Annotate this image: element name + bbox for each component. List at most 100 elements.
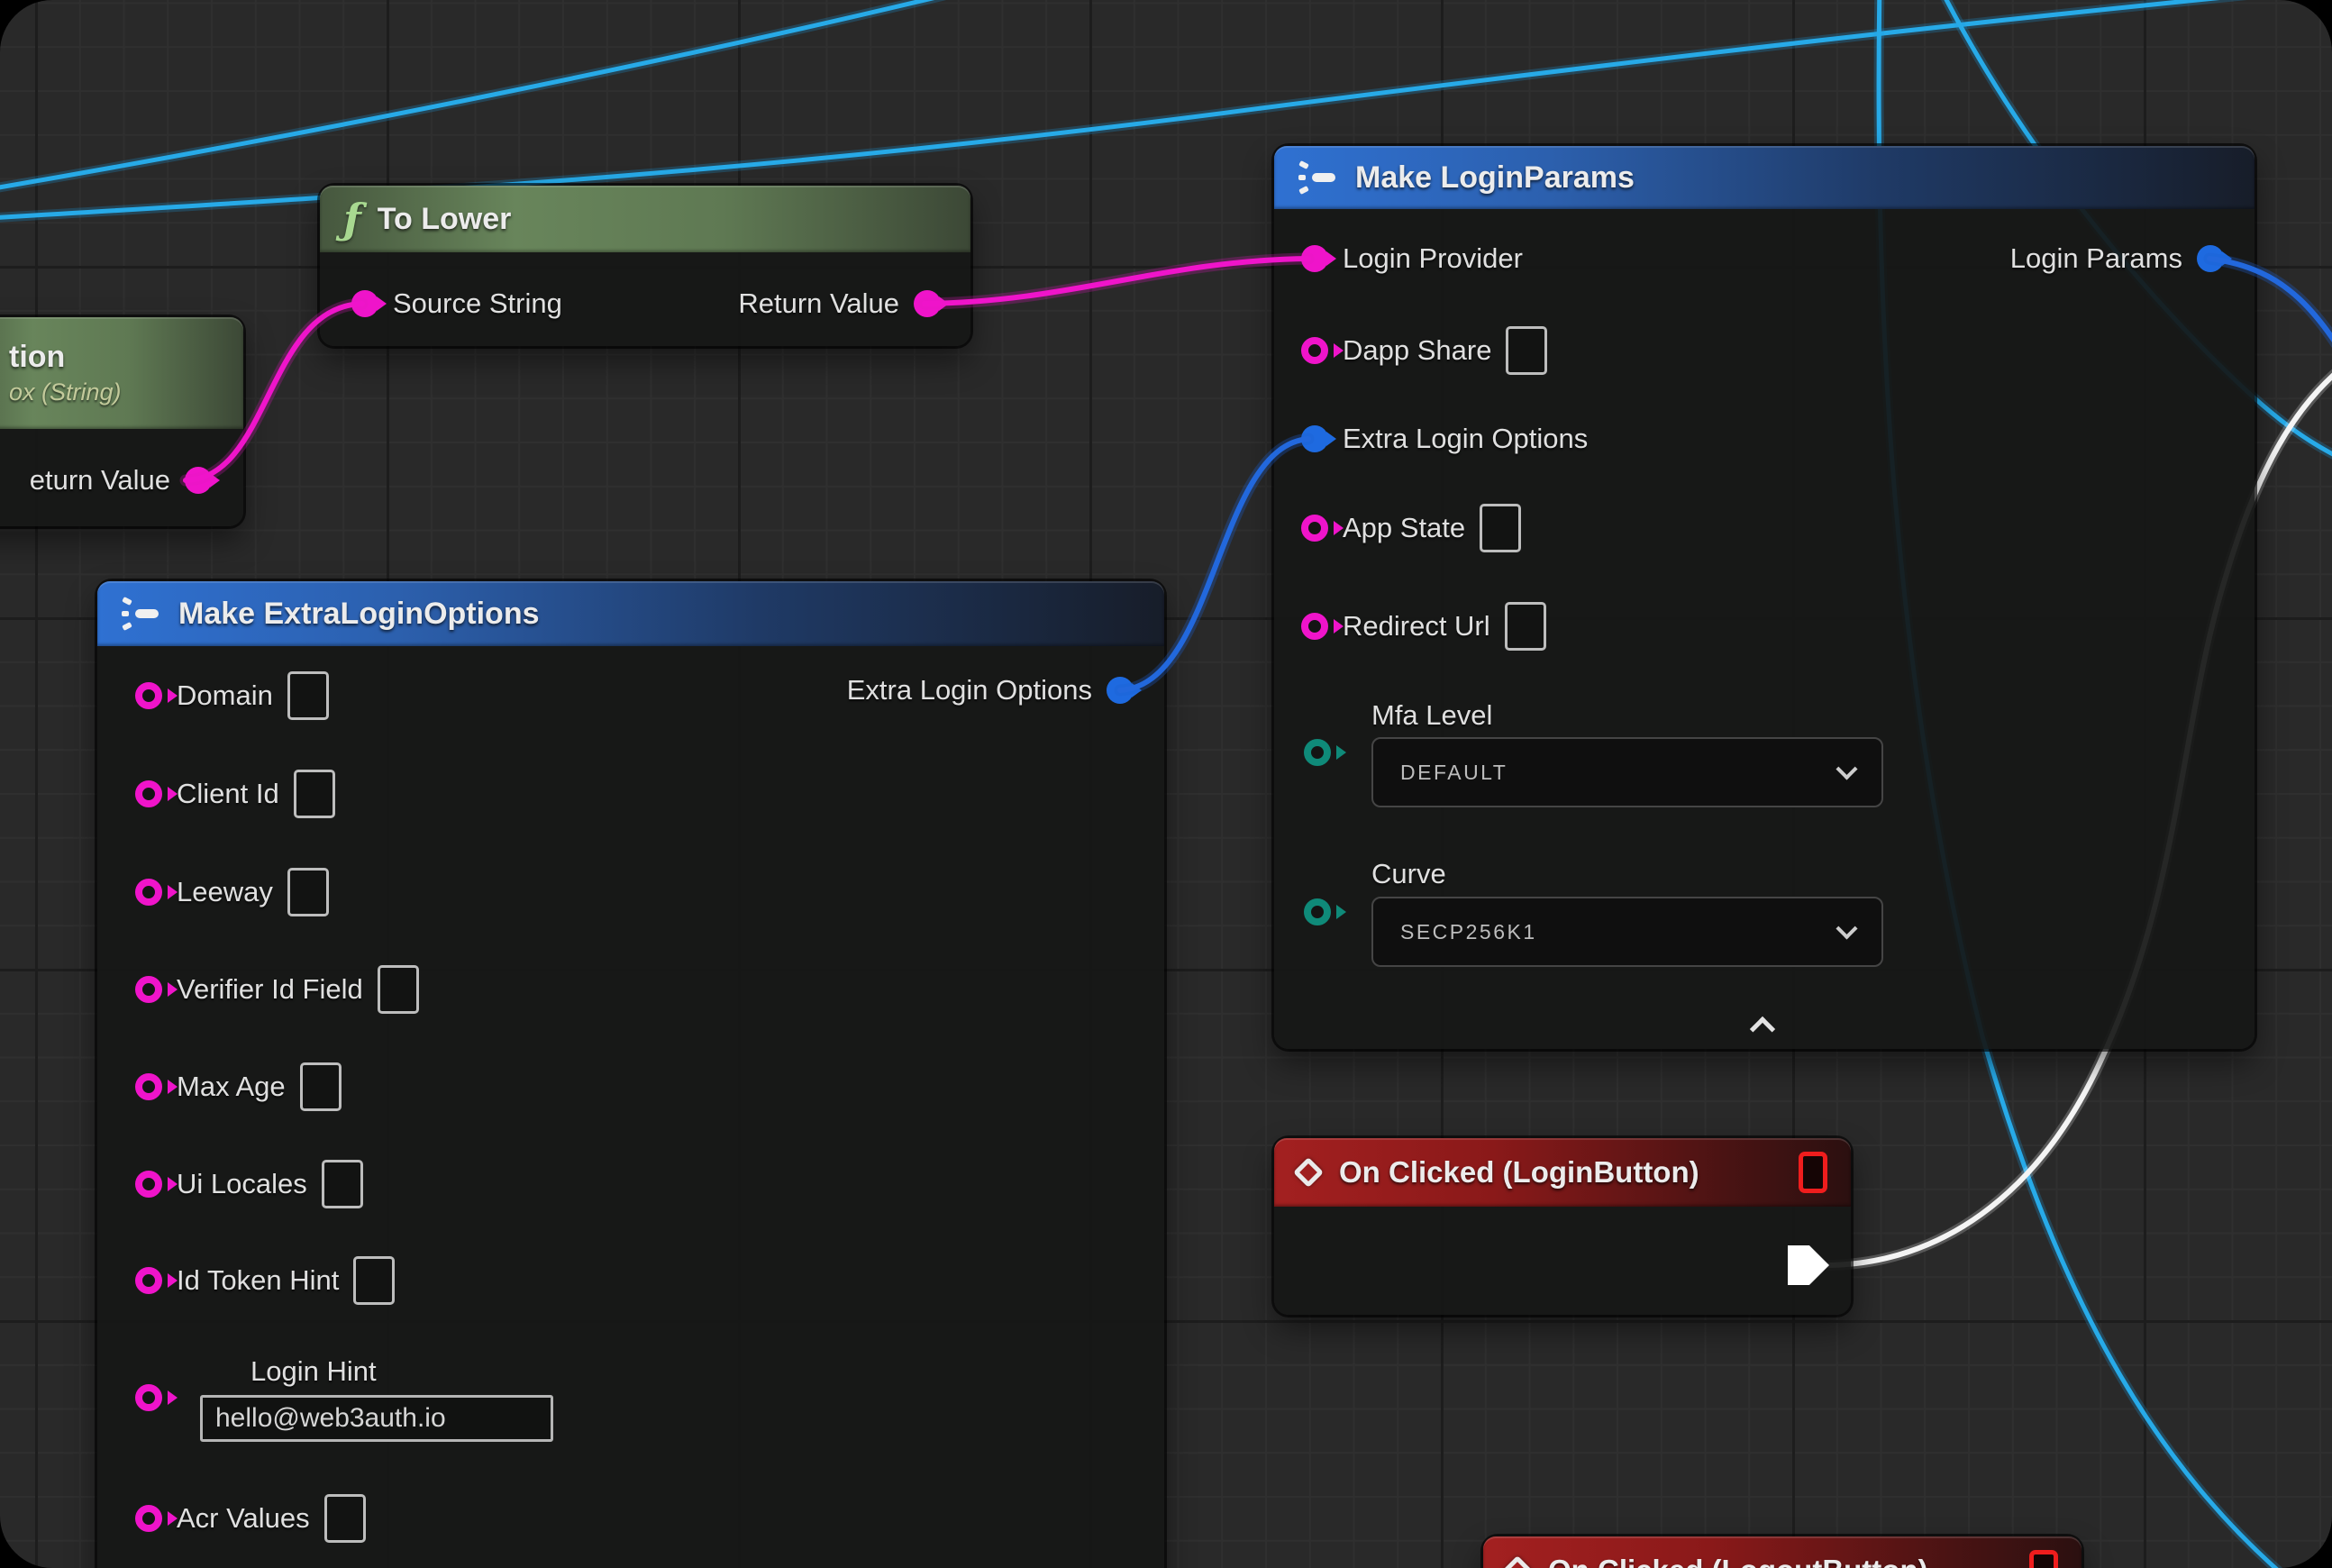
mfa-level-value: DEFAULT [1400,761,1508,785]
pin-row-redirect-url: Redirect Url [1301,602,1546,651]
pin-login-hint [135,1384,162,1411]
collapse-node-button[interactable] [1750,1016,1775,1042]
pin-row-extra-login-options: Extra Login Options [1301,423,1588,455]
pin-row-return-value: Return Value [738,287,941,320]
string-input-pin[interactable] [135,1171,162,1198]
pin-row-acr-values: Acr Values [135,1494,366,1543]
node-title-fragment: tion [9,340,65,375]
node-title: To Lower [378,202,512,237]
pin-label-login-hint: Login Hint [251,1355,377,1388]
pin-label: Max Age [177,1071,286,1103]
pin-row-id-token-hint: Id Token Hint [135,1256,395,1305]
pin-label-mfa-level: Mfa Level [1371,699,1492,732]
pin-row-extra-login-options-out: Extra Login Options [847,674,1134,707]
pin-label: Login Params [2010,242,2182,275]
node-title: On Clicked (LogoutButton) [1548,1554,1928,1568]
pin-label: Dapp Share [1343,334,1491,367]
pin-label: Login Provider [1343,242,1523,275]
pin-label: Id Token Hint [177,1264,339,1297]
event-diamond-icon [1502,1555,1533,1568]
node-header[interactable]: On Clicked (LoginButton) [1274,1138,1851,1207]
string-input-pin[interactable] [135,1384,162,1411]
string-input-pin[interactable] [1301,515,1328,542]
node-combobox-fragment[interactable]: tion ox (String) eturn Value [0,317,243,526]
string-input-pin[interactable] [1301,613,1328,640]
exec-output-pin[interactable] [1788,1245,1829,1285]
node-title: Make LoginParams [1355,160,1635,196]
login-hint-input[interactable]: hello@web3auth.io [200,1395,553,1442]
string-input-pin[interactable] [1301,337,1328,364]
struct-output-pin[interactable] [1107,677,1134,704]
text-value-box[interactable] [294,770,335,818]
chevron-down-icon [1836,758,1857,779]
blueprint-graph-canvas[interactable]: tion ox (String) eturn Value ƒ To Lower … [0,0,2332,1568]
struct-input-pin[interactable] [1301,425,1328,452]
text-value-box[interactable] [300,1062,342,1111]
text-value-box[interactable] [1480,504,1521,552]
string-input-pin[interactable] [135,1505,162,1532]
pin-label: App State [1343,512,1465,544]
string-output-pin[interactable] [185,467,212,494]
text-value-box[interactable] [353,1256,395,1305]
pin-label: Source String [393,287,562,320]
pin-label: Client Id [177,778,279,810]
pin-curve [1304,898,1331,925]
string-input-pin[interactable] [135,879,162,906]
pin-label: Domain [177,679,273,712]
node-on-clicked-logout-button[interactable]: On Clicked (LogoutButton) [1483,1536,2081,1568]
text-value-box[interactable] [322,1160,363,1208]
text-value-box[interactable] [378,965,419,1014]
node-header[interactable]: Make ExtraLoginOptions [97,581,1164,646]
pin-row-source-string: Source String [351,287,562,320]
struct-output-pin[interactable] [2197,245,2224,272]
pin-row-login-provider: Login Provider [1301,242,1523,275]
curve-value: SECP256K1 [1400,920,1537,944]
node-header[interactable]: Make LoginParams [1274,146,2255,209]
string-input-pin[interactable] [135,1073,162,1100]
pin-row-leeway: Leeway [135,868,329,916]
pin-row-verifier-id-field: Verifier Id Field [135,965,419,1014]
pin-label: Extra Login Options [847,674,1092,707]
enum-input-pin[interactable] [1304,739,1331,766]
string-input-pin[interactable] [135,682,162,709]
text-value-box[interactable] [1505,602,1546,651]
pin-label: eturn Value [30,464,170,497]
event-delegate-icon[interactable] [1799,1152,1827,1193]
make-struct-icon [1298,160,1339,195]
enum-input-pin[interactable] [1304,898,1331,925]
pin-label-curve: Curve [1371,858,1446,890]
string-input-pin[interactable] [1301,245,1328,272]
string-output-pin[interactable] [914,290,941,317]
node-header[interactable]: ƒ To Lower [320,186,970,252]
event-diamond-icon [1293,1157,1324,1188]
pin-label: Redirect Url [1343,610,1490,643]
node-header[interactable]: On Clicked (LogoutButton) [1483,1536,2081,1568]
pin-label: Extra Login Options [1343,423,1588,455]
text-value-box[interactable] [324,1494,366,1543]
pin-mfa-level [1304,739,1331,766]
pin-label: Ui Locales [177,1168,307,1200]
pin-row-app-state: App State [1301,504,1521,552]
node-make-login-params[interactable]: Make LoginParams Login Provider Dapp Sha… [1274,146,2255,1049]
node-make-extra-login-options[interactable]: Make ExtraLoginOptions Domain Client Id … [97,581,1164,1568]
node-on-clicked-login-button[interactable]: On Clicked (LoginButton) [1274,1138,1851,1315]
pin-row-client-id: Client Id [135,770,335,818]
mfa-level-dropdown[interactable]: DEFAULT [1371,737,1883,807]
pin-row-dapp-share: Dapp Share [1301,326,1547,375]
string-input-pin[interactable] [135,976,162,1003]
node-header[interactable]: tion ox (String) [0,317,243,429]
pin-row-ui-locales: Ui Locales [135,1160,363,1208]
text-value-box[interactable] [287,868,329,916]
text-value-box[interactable] [1506,326,1547,375]
pin-row-login-params: Login Params [2010,242,2224,275]
node-to-lower[interactable]: ƒ To Lower Source String Return Value [320,186,970,346]
string-input-pin[interactable] [135,780,162,807]
chevron-down-icon [1836,917,1857,939]
curve-dropdown[interactable]: SECP256K1 [1371,897,1883,967]
text-value-box[interactable] [287,671,329,720]
node-title: On Clicked (LoginButton) [1339,1155,1699,1190]
string-input-pin[interactable] [351,290,378,317]
string-input-pin[interactable] [135,1267,162,1294]
pin-label: Leeway [177,876,273,908]
event-delegate-icon[interactable] [2029,1550,2058,1568]
